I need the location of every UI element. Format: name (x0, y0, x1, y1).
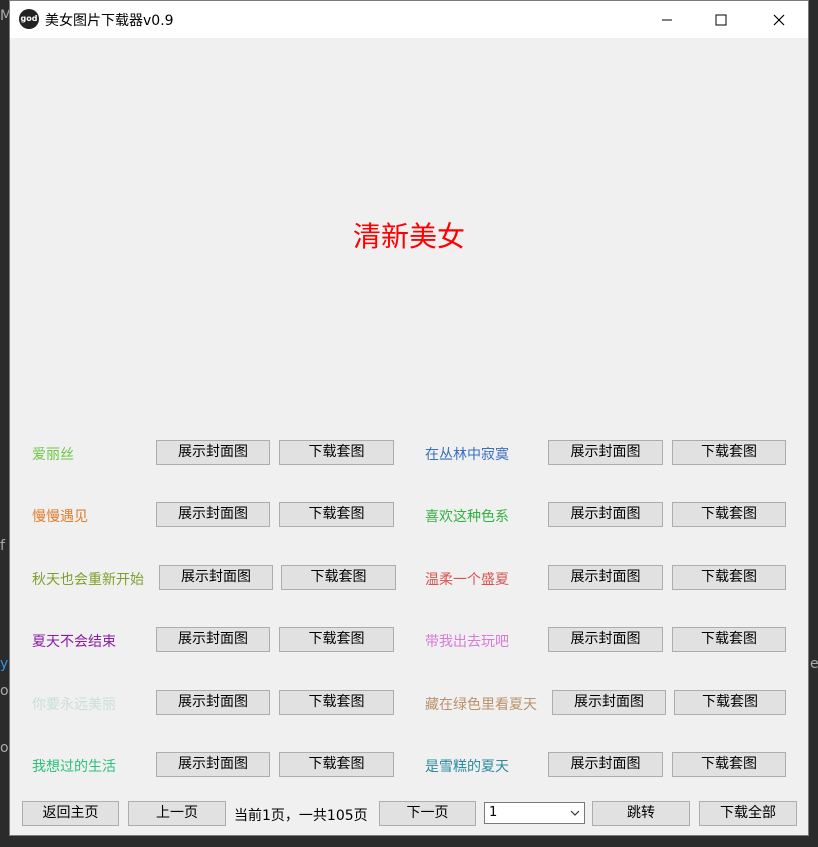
app-icon: god (19, 9, 39, 29)
next-page-button[interactable]: 下一页 (379, 801, 476, 826)
background-text: o (0, 683, 9, 699)
item-label: 爱丽丝 (32, 447, 74, 463)
close-button[interactable] (756, 1, 802, 38)
download-set-button[interactable]: 下载套图 (279, 440, 394, 465)
close-icon (773, 14, 785, 25)
download-set-button[interactable]: 下载套图 (672, 627, 786, 652)
download-all-button[interactable]: 下载全部 (699, 801, 797, 826)
download-set-button[interactable]: 下载套图 (672, 440, 786, 465)
page-select[interactable]: 1 (484, 802, 585, 824)
download-set-button[interactable]: 下载套图 (279, 627, 394, 652)
background-text: e (810, 656, 818, 672)
download-set-button[interactable]: 下载套图 (281, 565, 396, 590)
download-set-button[interactable]: 下载套图 (674, 690, 786, 715)
app-window: god 美女图片下载器v0.9 清新美女 爱丽丝 展示封面图 下载套图 慢慢遇见… (9, 0, 809, 836)
item-label: 慢慢遇见 (32, 509, 88, 525)
item-label: 在丛林中寂寞 (425, 447, 509, 463)
item-label: 你要永远美丽 (32, 697, 116, 713)
maximize-icon (715, 14, 727, 25)
category-heading: 清新美女 (352, 220, 465, 253)
show-cover-button[interactable]: 展示封面图 (156, 502, 270, 527)
maximize-button[interactable] (698, 1, 744, 38)
show-cover-button[interactable]: 展示封面图 (548, 565, 663, 590)
jump-button[interactable]: 跳转 (592, 801, 690, 826)
item-label: 温柔一个盛夏 (425, 572, 509, 588)
item-label: 带我出去玩吧 (425, 634, 509, 650)
show-cover-button[interactable]: 展示封面图 (548, 502, 663, 527)
show-cover-button[interactable]: 展示封面图 (156, 690, 270, 715)
show-cover-button[interactable]: 展示封面图 (159, 565, 273, 590)
download-set-button[interactable]: 下载套图 (672, 502, 786, 527)
page-status: 当前1页，一共105页 (234, 808, 368, 824)
item-label: 喜欢这种色系 (425, 509, 509, 525)
download-set-button[interactable]: 下载套图 (279, 752, 394, 777)
show-cover-button[interactable]: 展示封面图 (156, 440, 270, 465)
item-label: 我想过的生活 (32, 759, 116, 775)
download-set-button[interactable]: 下载套图 (672, 752, 786, 777)
show-cover-button[interactable]: 展示封面图 (156, 627, 270, 652)
prev-page-button[interactable]: 上一页 (128, 801, 226, 826)
download-set-button[interactable]: 下载套图 (279, 690, 394, 715)
show-cover-button[interactable]: 展示封面图 (548, 440, 663, 465)
background-text: o (0, 740, 9, 756)
show-cover-button[interactable]: 展示封面图 (548, 752, 663, 777)
title-bar[interactable]: god 美女图片下载器v0.9 (10, 1, 808, 38)
window-title: 美女图片下载器v0.9 (45, 13, 174, 29)
item-label: 藏在绿色里看夏天 (425, 697, 537, 713)
minimize-icon (662, 19, 672, 20)
show-cover-button[interactable]: 展示封面图 (552, 690, 666, 715)
item-label: 夏天不会结束 (32, 634, 116, 650)
download-set-button[interactable]: 下载套图 (672, 565, 786, 590)
background-text: y (0, 656, 9, 672)
show-cover-button[interactable]: 展示封面图 (156, 752, 270, 777)
item-label: 秋天也会重新开始 (32, 572, 144, 588)
download-set-button[interactable]: 下载套图 (279, 502, 394, 527)
page-select-value: 1 (489, 805, 498, 820)
show-cover-button[interactable]: 展示封面图 (548, 627, 663, 652)
chevron-down-icon (570, 803, 580, 830)
minimize-button[interactable] (644, 1, 690, 38)
home-button[interactable]: 返回主页 (22, 801, 119, 826)
background-text: f (0, 538, 5, 554)
item-label: 是雪糕的夏天 (425, 759, 509, 775)
